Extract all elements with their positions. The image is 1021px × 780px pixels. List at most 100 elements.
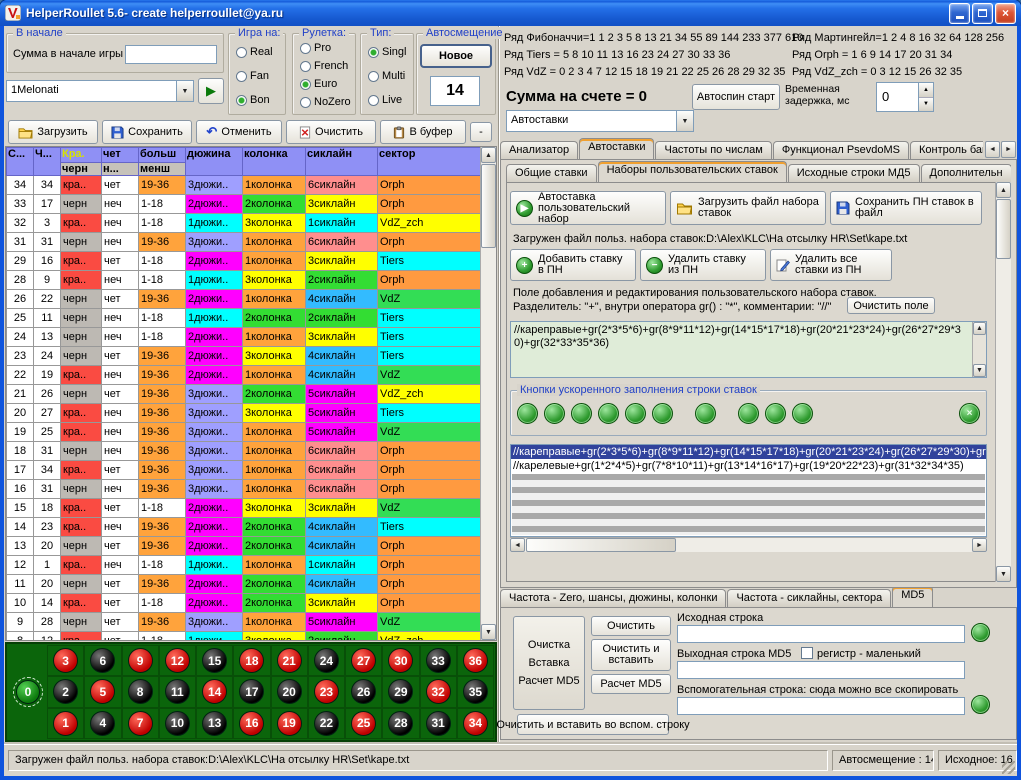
tab-scroll-right-icon[interactable]: ►: [1001, 141, 1016, 158]
board-cell-14[interactable]: 14: [196, 676, 233, 707]
clear-field-button[interactable]: Очистить поле: [847, 297, 935, 314]
board-cell-10[interactable]: 10: [159, 708, 196, 739]
history-row[interactable]: 1518кра..чет1-182дюжи..3колонка3сиклайнV…: [7, 499, 482, 518]
board-cell-24[interactable]: 24: [308, 645, 345, 676]
board-cell-1[interactable]: 1: [47, 708, 84, 739]
header-color-red[interactable]: Кра.: [61, 148, 102, 163]
md5-clear-paste-button[interactable]: Очистить и вставить: [591, 639, 671, 671]
header-parity-odd[interactable]: н...: [102, 163, 139, 176]
md5-aux-go-button[interactable]: [971, 695, 990, 714]
scroll-down-icon[interactable]: ▼: [973, 364, 986, 377]
history-row[interactable]: 928чернчет19-363дюжи..1колонка5сиклайнVd…: [7, 613, 482, 632]
board-cell-31[interactable]: 31: [420, 708, 457, 739]
header-number[interactable]: Ч...: [34, 148, 61, 176]
maximize-button[interactable]: [972, 3, 993, 24]
radio-french[interactable]: French: [300, 60, 348, 72]
board-cell-25[interactable]: 25: [345, 708, 382, 739]
header-sixline[interactable]: сиклайн: [306, 148, 378, 176]
radio-real[interactable]: Real: [236, 46, 273, 58]
quick-fill-button-8[interactable]: [738, 403, 759, 424]
tab-analyzer[interactable]: Анализатор: [500, 141, 578, 159]
quick-fill-button-5[interactable]: [625, 403, 646, 424]
board-cell-19[interactable]: 19: [271, 708, 308, 739]
h-scrollbar-thumb[interactable]: [526, 538, 676, 552]
history-row[interactable]: 2511черннеч1-181дюжи..2колонка2сиклайнTi…: [7, 309, 482, 328]
board-cell-8[interactable]: 8: [122, 676, 159, 707]
radio-bon[interactable]: Bon: [236, 94, 270, 106]
board-cell-22[interactable]: 22: [308, 708, 345, 739]
history-row[interactable]: 1320чернчет19-362дюжи..2колонка4сиклайнO…: [7, 537, 482, 556]
minimize-button[interactable]: [949, 3, 970, 24]
lowercase-option[interactable]: регистр - маленький: [801, 647, 921, 660]
radio-multi[interactable]: Multi: [368, 70, 405, 82]
history-row[interactable]: 2027кра..неч19-363дюжи..3колонка5сиклайн…: [7, 404, 482, 423]
radio-live[interactable]: Live: [368, 94, 402, 106]
autostakes-combobox[interactable]: Автоставки ▼: [506, 110, 694, 132]
tab-user-stake-sets[interactable]: Наборы пользовательских ставок: [598, 161, 787, 182]
history-row[interactable]: 1014кра..чет1-182дюжи..2колонка3сиклайнO…: [7, 594, 482, 613]
autostake-user-set-button[interactable]: ▶ Автоставка пользовательский набор: [510, 191, 666, 225]
quick-fill-button-1[interactable]: [517, 403, 538, 424]
history-row[interactable]: 121кра..неч1-181дюжи..1колонка1сиклайнOr…: [7, 556, 482, 575]
history-row[interactable]: 3317черннеч1-182дюжи..2колонка3сиклайнOr…: [7, 195, 482, 214]
header-high[interactable]: больш: [139, 148, 186, 163]
board-cell-3[interactable]: 3: [47, 645, 84, 676]
clear-button[interactable]: Очистить: [286, 120, 376, 144]
history-row[interactable]: 289кра..неч1-181дюжи..3колонка2сиклайнOr…: [7, 271, 482, 290]
quick-fill-button-3[interactable]: [571, 403, 592, 424]
header-low[interactable]: менш: [139, 163, 186, 176]
history-row[interactable]: 1120чернчет19-362дюжи..2колонка4сиклайнO…: [7, 575, 482, 594]
tab-freq-sixlines[interactable]: Частота - сиклайны, сектора: [727, 589, 891, 607]
load-button[interactable]: Загрузить: [8, 120, 98, 144]
quick-fill-button-9[interactable]: [765, 403, 786, 424]
title-bar[interactable]: HelperRoullet 5.6- create helperroullet@…: [0, 0, 1021, 26]
board-cell-32[interactable]: 32: [420, 676, 457, 707]
board-cell-16[interactable]: 16: [233, 708, 270, 739]
md5-source-input[interactable]: [677, 625, 965, 643]
tab-additional[interactable]: Дополнительн: [921, 164, 1012, 182]
remove-stake-button[interactable]: − Удалить ставку из ПН: [640, 249, 766, 281]
board-cell-17[interactable]: 17: [233, 676, 270, 707]
history-row[interactable]: 812кра..чет1-181дюжи..3колонка2сиклайнVd…: [7, 632, 482, 642]
scroll-right-icon[interactable]: ►: [972, 538, 987, 552]
undo-button[interactable]: ↶ Отменить: [196, 120, 282, 144]
radio-nozero[interactable]: NoZero: [300, 96, 351, 108]
md5-output-input[interactable]: [677, 661, 965, 679]
board-cell-34[interactable]: 34: [457, 708, 494, 739]
scroll-down-icon[interactable]: ▼: [996, 566, 1011, 582]
tab-bankroll-control[interactable]: Контроль банкр: [910, 141, 983, 159]
stake-edit-field[interactable]: //кареправые+gr(2*3*5*6)+gr(8*9*11*12)+g…: [510, 321, 987, 378]
panel-v-scrollbar[interactable]: ▲ ▼: [995, 182, 1011, 582]
panel-scrollbar-thumb[interactable]: [996, 199, 1011, 259]
scroll-up-icon[interactable]: ▲: [973, 322, 986, 335]
new-offset-button[interactable]: Новое: [420, 44, 492, 68]
scroll-up-icon[interactable]: ▲: [996, 182, 1011, 198]
tab-md5[interactable]: MD5: [892, 588, 933, 607]
history-scrollbar[interactable]: ▲ ▼: [480, 147, 496, 640]
add-stake-button[interactable]: + Добавить ставку в ПН: [510, 249, 636, 281]
board-cell-36[interactable]: 36: [457, 645, 494, 676]
tab-autostakes[interactable]: Автоставки: [579, 138, 654, 159]
board-cell-zero[interactable]: 0: [13, 677, 43, 707]
header-dozen[interactable]: дюжина: [186, 148, 243, 176]
delay-spinner[interactable]: 0 ▲▼: [876, 82, 934, 112]
chevron-down-icon[interactable]: ▼: [176, 81, 193, 101]
start-sum-input[interactable]: [125, 45, 217, 64]
board-cell-26[interactable]: 26: [345, 676, 382, 707]
spin-down-icon[interactable]: ▼: [919, 98, 933, 112]
load-set-file-button[interactable]: Загрузить файл набора ставок: [670, 191, 826, 225]
board-cell-9[interactable]: 9: [122, 645, 159, 676]
board-cell-4[interactable]: 4: [84, 708, 121, 739]
board-cell-20[interactable]: 20: [271, 676, 308, 707]
board-cell-6[interactable]: 6: [84, 645, 121, 676]
scroll-left-icon[interactable]: ◄: [510, 538, 525, 552]
header-spin[interactable]: С...: [7, 148, 34, 176]
chevron-down-icon[interactable]: ▼: [676, 111, 693, 131]
system-combobox[interactable]: 1Melonati ▼: [6, 80, 194, 102]
history-scrollbar-thumb[interactable]: [481, 164, 496, 248]
board-cell-30[interactable]: 30: [382, 645, 419, 676]
scroll-up-icon[interactable]: ▲: [481, 147, 496, 163]
quick-fill-button-10[interactable]: [792, 403, 813, 424]
board-cell-35[interactable]: 35: [457, 676, 494, 707]
header-color-black[interactable]: черн: [61, 163, 102, 176]
